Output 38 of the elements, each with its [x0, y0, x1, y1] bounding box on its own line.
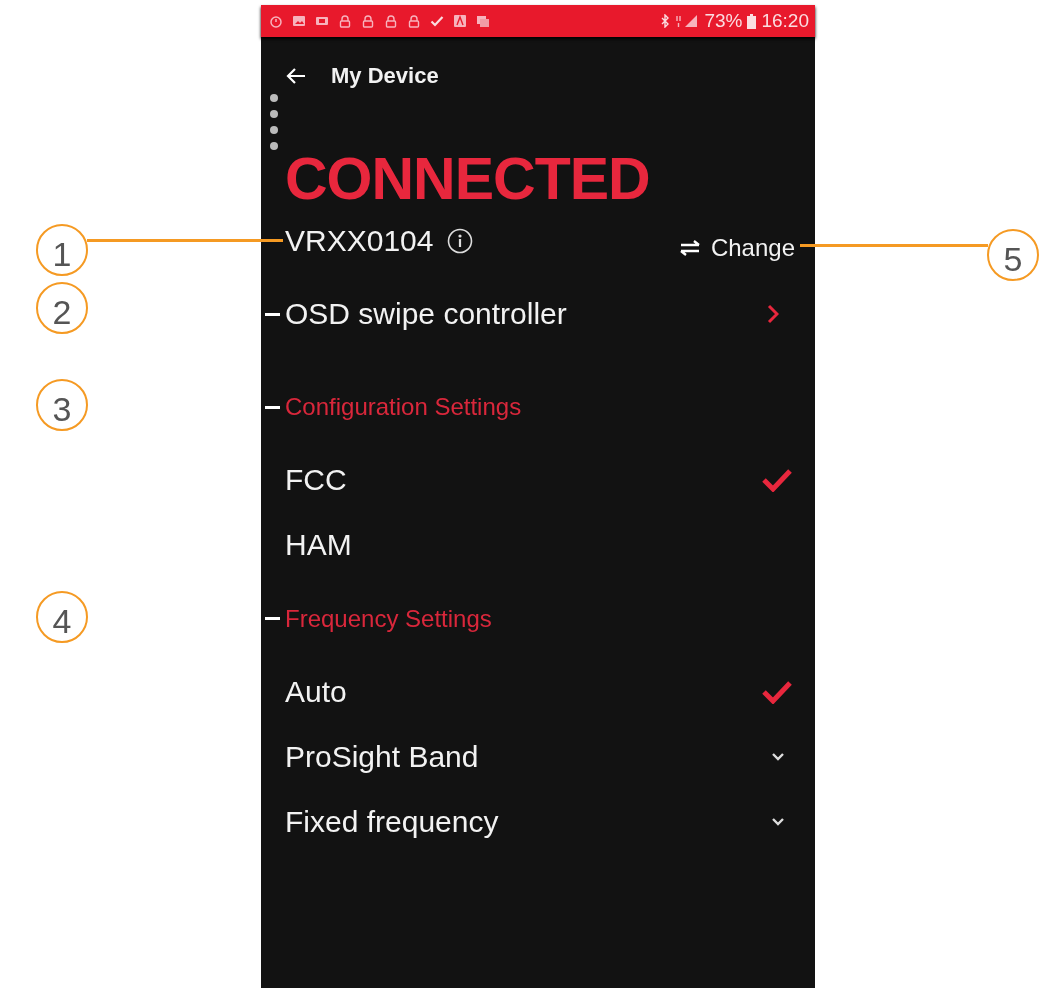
callout-number: 3	[36, 379, 88, 431]
callout-number: 5	[987, 229, 1039, 281]
device-name: VRXX0104	[285, 224, 434, 258]
page-dots-icon	[269, 93, 279, 151]
battery-icon	[747, 13, 757, 29]
connection-status: CONNECTED	[285, 147, 651, 211]
chevron-right-icon	[767, 304, 779, 324]
info-icon[interactable]	[447, 228, 474, 254]
card-icon	[315, 14, 329, 28]
clock-time: 16:20	[761, 10, 809, 32]
checkmark-icon	[761, 679, 793, 704]
change-device-button[interactable]: Change	[676, 234, 795, 262]
screen-title: My Device	[331, 63, 439, 89]
callout-number: 2	[36, 282, 88, 334]
lock-icon	[407, 14, 421, 28]
battery-percentage: 73%	[704, 10, 743, 32]
check-icon	[430, 14, 444, 28]
gallery-icon	[476, 14, 490, 28]
timer-icon	[269, 14, 283, 28]
lock-icon	[361, 14, 375, 28]
callout-number: 1	[36, 224, 88, 276]
option-item[interactable]: Fixed frequency	[285, 789, 795, 854]
back-arrow-icon[interactable]	[285, 67, 307, 85]
option-item[interactable]: Auto	[285, 659, 795, 724]
checkmark-icon	[761, 467, 793, 492]
menu-item[interactable]: OSD swipe controller	[285, 279, 795, 349]
lock-icon	[384, 14, 398, 28]
signal-icon	[675, 14, 700, 28]
section-heading: Frequency Settings	[285, 604, 493, 634]
lock-icon	[338, 14, 352, 28]
bluetooth-icon	[660, 14, 671, 28]
option-item[interactable]: FCC	[285, 447, 795, 512]
callout-number: 4	[36, 591, 88, 643]
option-item[interactable]: ProSight Band	[285, 724, 795, 789]
image-icon	[292, 14, 306, 28]
section-heading: Configuration Settings	[285, 392, 523, 422]
option-item[interactable]: HAM	[285, 512, 795, 577]
tile-icon	[453, 14, 467, 28]
